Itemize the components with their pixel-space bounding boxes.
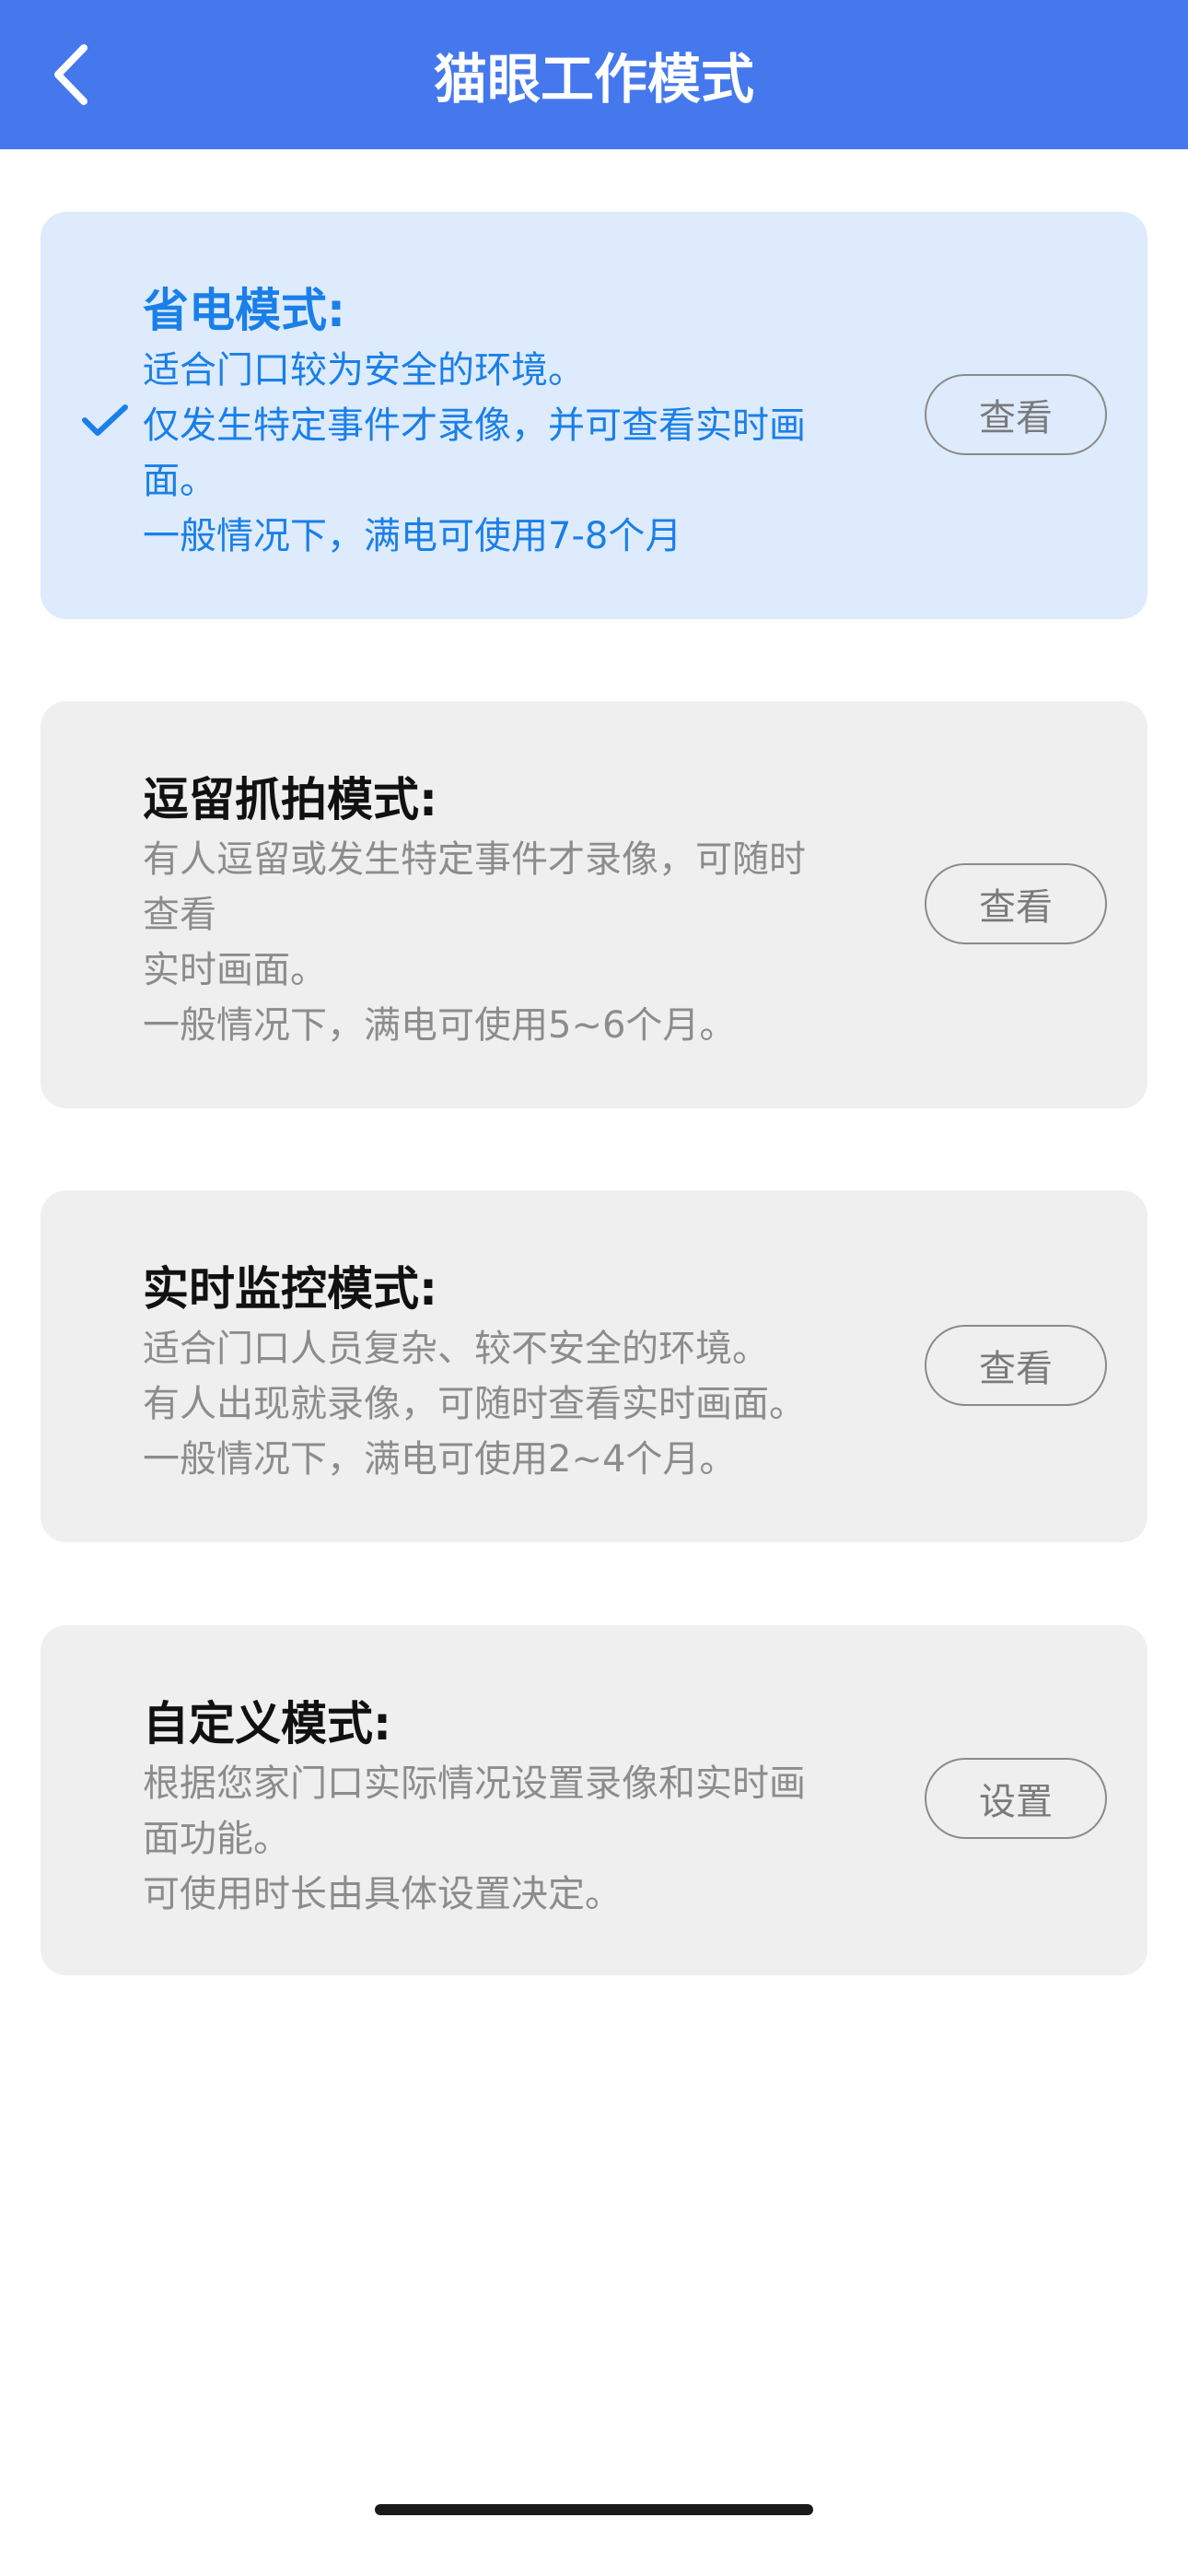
mode-description: 有人逗留或发生特定事件才录像，可随时 查看 实时画面。 一般情况下，满电可使用5…: [143, 838, 806, 1047]
mode-title: 省电模式:: [143, 284, 345, 337]
page-title: 猫眼工作模式: [433, 48, 754, 111]
mode-description: 根据您家门口实际情况设置录像和实时画 面功能。 可使用时长由具体设置决定。: [143, 1762, 806, 1915]
view-button[interactable]: 查看: [925, 1325, 1107, 1406]
mode-title: 实时监控模式:: [143, 1262, 437, 1316]
app-header: 猫眼工作模式: [0, 0, 1188, 149]
home-indicator[interactable]: [375, 2504, 813, 2515]
mode-card-power-saving[interactable]: 省电模式: 适合门口较为安全的环境。 仅发生特定事件才录像，并可查看实时画 面。…: [41, 212, 1147, 619]
view-button[interactable]: 查看: [925, 374, 1107, 455]
view-button[interactable]: 查看: [925, 863, 1107, 944]
mode-card-realtime-monitor[interactable]: 实时监控模式: 适合门口人员复杂、较不安全的环境。 有人出现就录像，可随时查看实…: [41, 1190, 1147, 1542]
page: 猫眼工作模式 省电模式: 适合门口较为安全的环境。 仅发生特定事件才录像，并可查…: [0, 0, 1188, 2576]
mode-title: 逗留抓拍模式:: [143, 773, 437, 826]
mode-description: 适合门口较为安全的环境。 仅发生特定事件才录像，并可查看实时画 面。 一般情况下…: [143, 349, 806, 557]
mode-title: 自定义模式:: [143, 1697, 391, 1751]
checkmark-icon: [82, 404, 128, 436]
mode-card-linger-capture[interactable]: 逗留抓拍模式: 有人逗留或发生特定事件才录像，可随时 查看 实时画面。 一般情况…: [41, 701, 1147, 1108]
settings-button[interactable]: 设置: [925, 1758, 1107, 1839]
mode-card-custom[interactable]: 自定义模式: 根据您家门口实际情况设置录像和实时画 面功能。 可使用时长由具体设…: [41, 1625, 1147, 1975]
mode-description: 适合门口人员复杂、较不安全的环境。 有人出现就录像，可随时查看实时画面。 一般情…: [143, 1328, 806, 1481]
